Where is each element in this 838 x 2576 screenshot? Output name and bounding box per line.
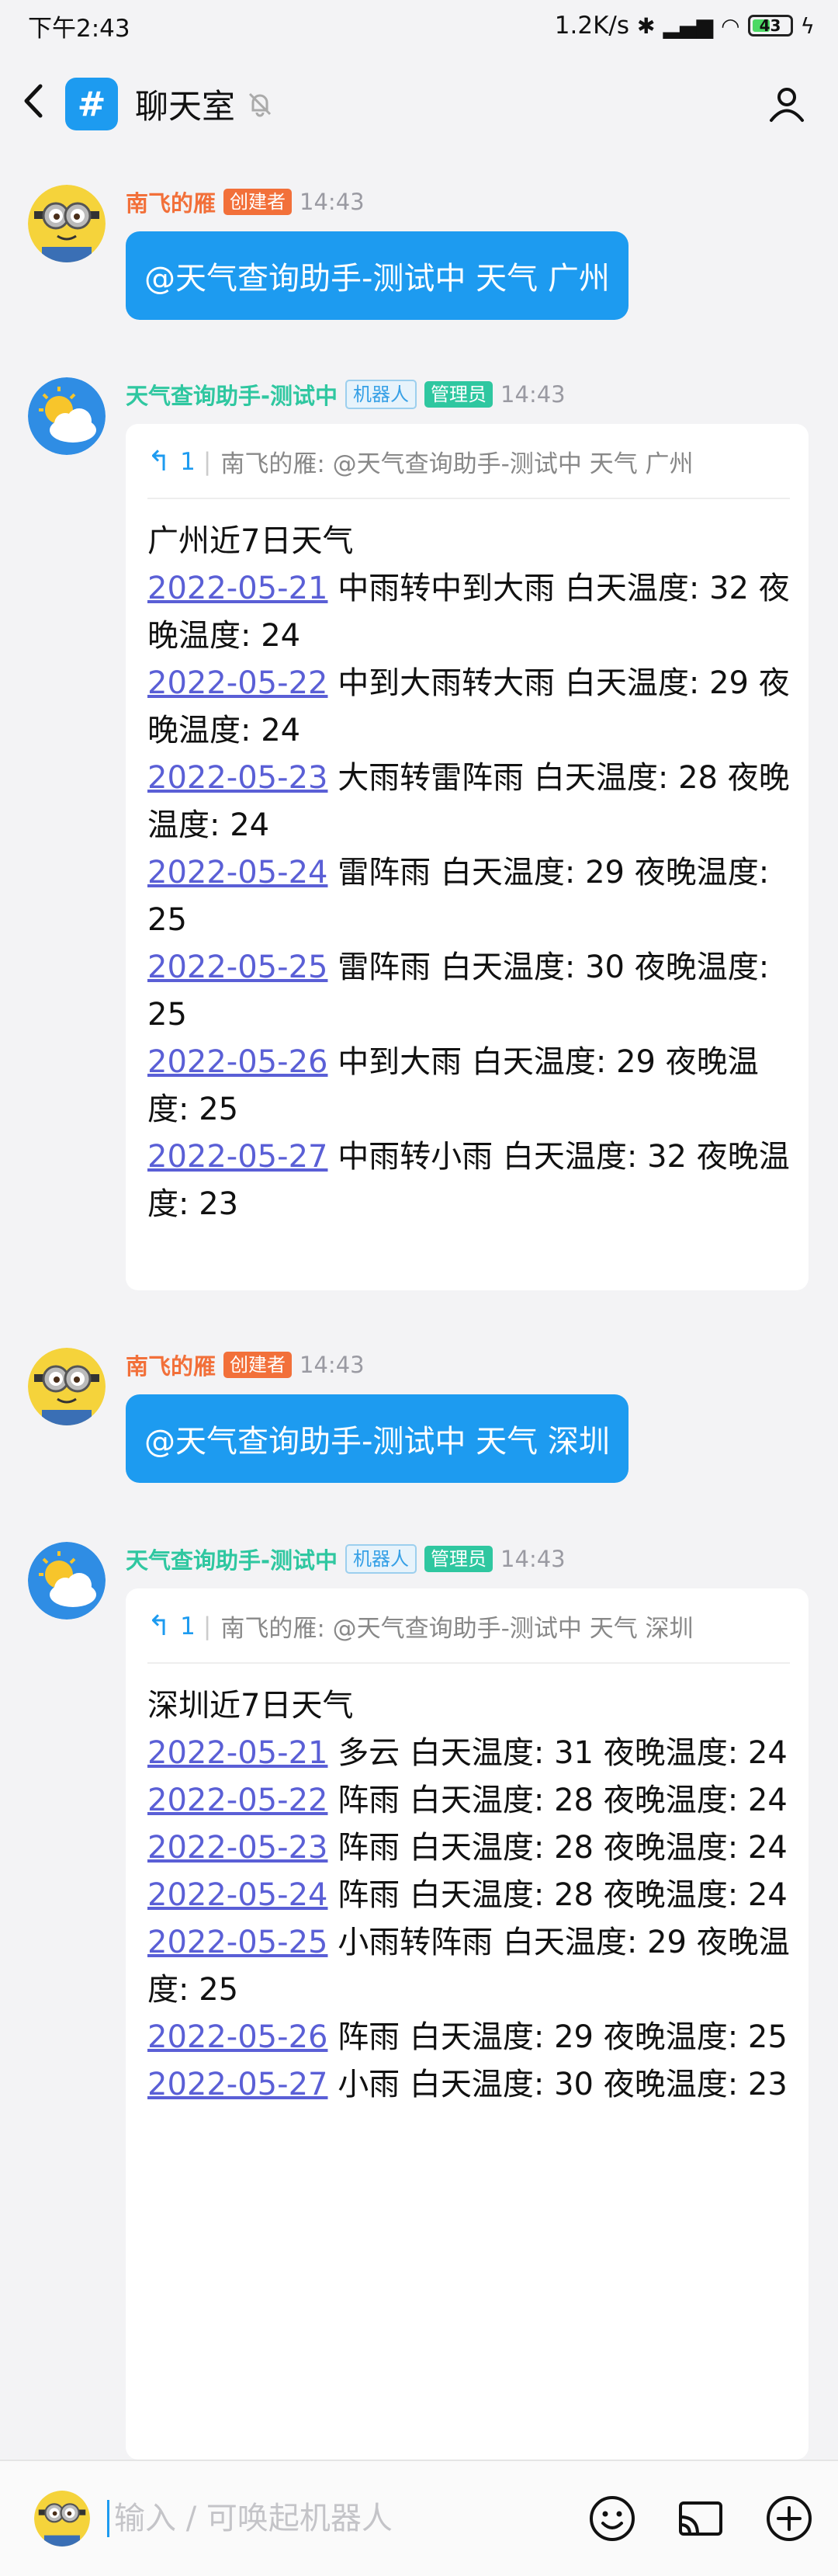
page-title: 聊天室 [135,88,235,127]
battery-level: 43 [759,16,781,35]
date-link[interactable]: 2022-05-23 [147,1830,327,1866]
bot-avatar[interactable] [28,377,106,455]
date-link[interactable]: 2022-05-21 [147,571,327,606]
avatar[interactable] [28,1348,106,1425]
message-time: 14:43 [500,1546,566,1572]
date-link[interactable]: 2022-05-23 [147,760,327,796]
my-avatar[interactable] [34,2491,90,2546]
reply-reference[interactable]: ↰ 1 | 南飞的雁: @天气查询助手-测试中 天气 深圳 [147,1609,790,1664]
cast-icon [679,2501,722,2536]
sender-name[interactable]: 南飞的雁 [126,1349,216,1381]
weather-day: 2022-05-27 小雨 白天温度: 30 夜晚温度: 23 [147,2067,788,2102]
reply-icon: ↰ [147,446,171,477]
message-meta: 天气查询助手-测试中 机器人 管理员 14:43 [126,377,566,411]
wifi-icon: ◠ [721,12,740,39]
weather-day: 2022-05-22 阵雨 白天温度: 28 夜晚温度: 24 [147,1783,788,1818]
message-input[interactable] [107,2500,551,2537]
weather-day: 2022-05-21 中雨转中到大雨 白天温度: 32 夜晚温度: 24 [147,571,790,654]
sender-name[interactable]: 天气查询助手-测试中 [126,1543,338,1575]
creator-badge: 创建者 [223,188,293,216]
emoji-button[interactable] [585,2491,639,2546]
date-link[interactable]: 2022-05-26 [147,1044,327,1080]
weather-title: 广州近7日天气 [147,523,354,559]
message-time: 14:43 [500,381,566,408]
date-link[interactable]: 2022-05-24 [147,855,327,890]
reply-icon: ↰ [147,1610,171,1642]
message-meta: 天气查询助手-测试中 机器人 管理员 14:43 [126,1542,566,1576]
weather-day: 2022-05-25 小雨转阵雨 白天温度: 29 夜晚温度: 25 [147,1925,790,2008]
weather-day: 2022-05-24 雷阵雨 白天温度: 29 夜晚温度: 25 [147,855,770,938]
message-meta: 南飞的雁 创建者 14:43 [126,185,365,219]
message-bubble[interactable]: @天气查询助手-测试中 天气 广州 [126,231,628,320]
message-card[interactable]: ↰ 1 | 南飞的雁: @天气查询助手-测试中 天气 广州 广州近7日天气 20… [126,424,809,1290]
back-icon[interactable] [22,82,61,127]
emoji-icon [590,2496,635,2541]
reply-count: 1 [180,1612,196,1640]
mute-bell-icon[interactable] [246,90,274,118]
bot-badge: 机器人 [345,1543,417,1574]
reply-quote: 南飞的雁: @天气查询助手-测试中 天气 深圳 [220,1615,694,1643]
bot-badge: 机器人 [345,379,417,410]
add-icon [767,2496,812,2541]
battery-icon: 43 [747,15,793,36]
weather-title: 深圳近7日天气 [147,1688,354,1724]
status-time: 下午2:43 [28,14,130,43]
weather-report: 深圳近7日天气 2022-05-21 多云 白天温度: 31 夜晚温度: 24 … [147,1664,790,2109]
date-link[interactable]: 2022-05-22 [147,1783,327,1818]
weather-report: 广州近7日天气 2022-05-21 中雨转中到大雨 白天温度: 32 夜晚温度… [147,499,790,1228]
weather-day: 2022-05-25 雷阵雨 白天温度: 30 夜晚温度: 25 [147,950,770,1033]
hash-icon: # [65,78,118,130]
sender-name[interactable]: 南飞的雁 [126,186,216,218]
reply-count: 1 [180,447,196,476]
admin-badge: 管理员 [424,1545,493,1573]
weather-day: 2022-05-21 多云 白天温度: 31 夜晚温度: 24 [147,1735,788,1771]
charging-icon: ϟ [800,12,815,39]
weather-day: 2022-05-23 阵雨 白天温度: 28 夜晚温度: 24 [147,1830,788,1866]
weather-day: 2022-05-22 中到大雨转大雨 白天温度: 29 夜晚温度: 24 [147,665,790,748]
network-speed: 1.2K/s [554,12,629,40]
date-link[interactable]: 2022-05-22 [147,665,327,701]
date-link[interactable]: 2022-05-26 [147,2019,327,2055]
reply-reference[interactable]: ↰ 1 | 南飞的雁: @天气查询助手-测试中 天气 广州 [147,444,790,499]
add-button[interactable] [762,2491,816,2546]
message-time: 14:43 [300,1352,365,1378]
date-link[interactable]: 2022-05-27 [147,1139,327,1175]
cast-button[interactable] [674,2491,728,2546]
date-link[interactable]: 2022-05-27 [147,2067,327,2102]
avatar[interactable] [28,185,106,262]
bot-avatar[interactable] [28,1542,106,1620]
weather-day: 2022-05-24 阵雨 白天温度: 28 夜晚温度: 24 [147,1877,788,1913]
message-time: 14:43 [300,189,365,215]
date-link[interactable]: 2022-05-24 [147,1877,327,1913]
weather-day: 2022-05-27 中雨转小雨 白天温度: 32 夜晚温度: 23 [147,1139,790,1222]
weather-day: 2022-05-26 中到大雨 白天温度: 29 夜晚温度: 25 [147,1044,759,1127]
status-icons: 1.2K/s ✱ ▂▄▆ ◠ 43 ϟ [555,12,815,40]
date-link[interactable]: 2022-05-21 [147,1735,327,1771]
status-bar: 下午2:43 1.2K/s ✱ ▂▄▆ ◠ 43 ϟ [0,0,838,51]
reply-quote: 南飞的雁: @天气查询助手-测试中 天气 广州 [220,450,694,478]
sender-name[interactable]: 天气查询助手-测试中 [126,378,338,411]
message-input-bar [0,2460,838,2576]
signal-icon: ▂▄▆ [663,12,714,39]
message-bubble[interactable]: @天气查询助手-测试中 天气 深圳 [126,1394,628,1483]
weather-day: 2022-05-26 阵雨 白天温度: 29 夜晚温度: 25 [147,2019,788,2055]
bluetooth-icon: ✱ [637,12,656,39]
date-link[interactable]: 2022-05-25 [147,950,327,985]
message-card[interactable]: ↰ 1 | 南飞的雁: @天气查询助手-测试中 天气 深圳 深圳近7日天气 20… [126,1588,809,2460]
admin-badge: 管理员 [424,380,493,408]
chat-header: # 聊天室 [0,67,838,141]
weather-day: 2022-05-23 大雨转雷阵雨 白天温度: 28 夜晚温度: 24 [147,760,790,843]
creator-badge: 创建者 [223,1351,293,1379]
profile-icon[interactable] [767,84,807,124]
message-meta: 南飞的雁 创建者 14:43 [126,1348,365,1382]
date-link[interactable]: 2022-05-25 [147,1925,327,1960]
